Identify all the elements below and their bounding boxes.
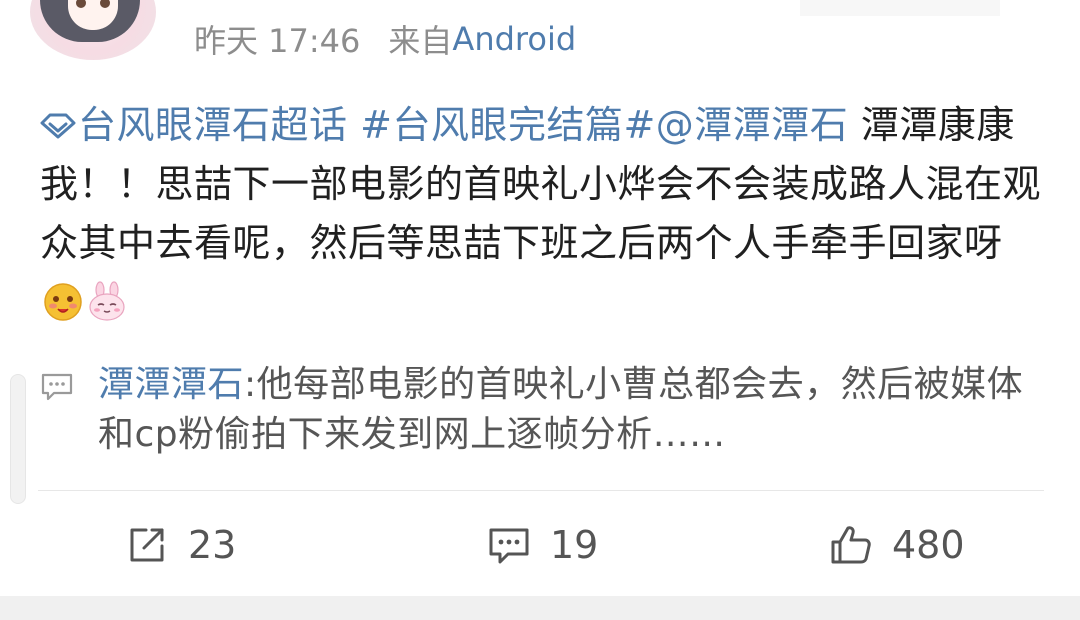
post-meta: 昨天 17:46 来自 Android — [194, 18, 576, 60]
comment-author[interactable]: 潭潭潭石 — [98, 364, 244, 405]
thumbs-up-icon — [831, 526, 871, 564]
source-prefix: 来自 — [388, 22, 453, 60]
post-time: 昨天 17:46 — [194, 22, 361, 60]
comment-button[interactable]: 19 — [486, 515, 598, 575]
bunny-face-icon — [89, 281, 125, 321]
like-count: 480 — [892, 523, 965, 567]
post-body: 台风眼潭石超话 #台风眼完结篇#@潭潭潭石 潭潭康康我！！思喆下一部电影的首映礼… — [40, 96, 1045, 332]
diamond-icon — [40, 113, 76, 139]
repost-button[interactable]: 23 — [124, 515, 236, 575]
blushing-face-icon — [44, 283, 82, 321]
comment-text: 潭潭潭石:他每部电影的首映礼小曹总都会去，然后被媒体和cp粉偷拍下来发到网上逐帧… — [98, 360, 1038, 460]
action-bar: 23 19 480 — [0, 515, 1080, 575]
top-background-strip — [800, 0, 1000, 16]
supertopic-link[interactable]: 台风眼潭石超话 — [40, 103, 348, 147]
scroll-indicator[interactable] — [10, 374, 26, 504]
comment-separator: : — [244, 364, 257, 405]
supertopic-label: 台风眼潭石超话 — [78, 103, 348, 147]
bottom-band — [0, 596, 1080, 620]
comment-count: 19 — [550, 523, 599, 567]
comment-bubble-icon — [41, 373, 73, 401]
share-icon — [130, 528, 164, 562]
avatar[interactable] — [30, 0, 156, 60]
hashtag-link[interactable]: #台风眼完结篇# — [360, 103, 656, 147]
comment-icon — [489, 528, 529, 564]
like-button[interactable]: 480 — [828, 515, 965, 575]
divider — [38, 490, 1044, 491]
repost-count: 23 — [188, 523, 237, 567]
source-device[interactable]: Android — [452, 20, 576, 58]
mention-link[interactable]: @潭潭潭石 — [656, 103, 849, 147]
